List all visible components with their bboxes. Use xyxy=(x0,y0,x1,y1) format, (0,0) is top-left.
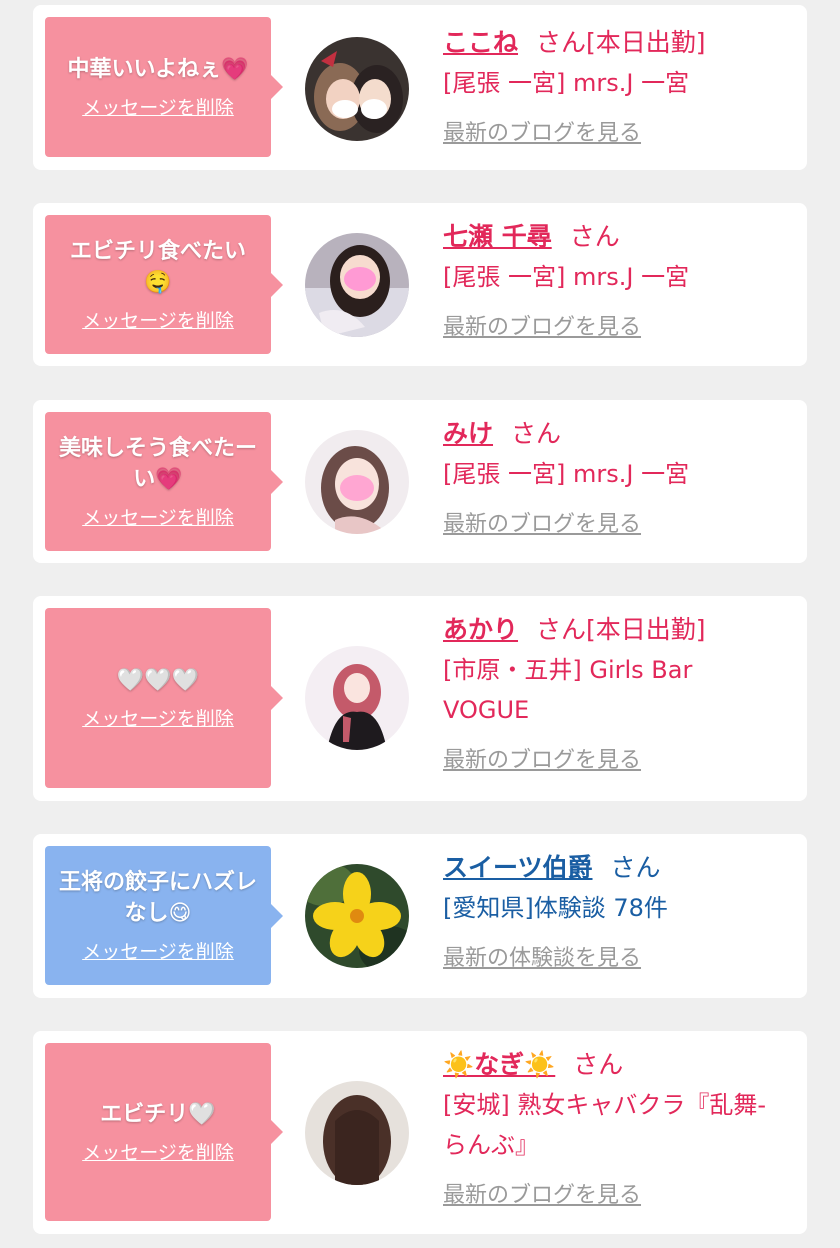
honorific: さん xyxy=(511,419,562,448)
message-card: エビチリ🤍 メッセージを削除 ☀️なぎ☀️ さん [安城] 熟女キャバクラ『乱舞-… xyxy=(33,1031,807,1234)
heart-emoji-icon: 💗 xyxy=(155,467,183,492)
profile-name-link[interactable]: みけ xyxy=(443,419,493,448)
avatar[interactable] xyxy=(305,430,409,534)
shop-detail: [安城] 熟女キャバクラ『乱舞-らんぶ』 xyxy=(443,1091,767,1159)
latest-blog-link[interactable]: 最新のブログを見る xyxy=(443,309,641,341)
review-detail: [愛知県]体験談 78件 xyxy=(443,894,668,922)
latest-blog-link[interactable]: 最新のブログを見る xyxy=(443,115,641,147)
profile-info: 七瀬 千尋 さん [尾張 一宮] mrs.J 一宮 最新のブログを見る xyxy=(443,217,787,341)
message-bubble: エビチリ🤍 メッセージを削除 xyxy=(45,1043,283,1221)
message-text: エビチリ🤍 xyxy=(100,1102,216,1127)
message-bubble: 🤍🤍🤍 メッセージを削除 xyxy=(45,608,283,788)
profile-info: みけ さん [尾張 一宮] mrs.J 一宮 最新のブログを見る xyxy=(443,414,787,538)
message-text: 美味しそう食べたーい💗 xyxy=(58,436,257,492)
shop-detail: [尾張 一宮] mrs.J 一宮 xyxy=(443,460,690,488)
avatar[interactable] xyxy=(305,233,409,337)
latest-review-link[interactable]: 最新の体験談を見る xyxy=(443,940,641,972)
profile-name-link[interactable]: ☀️なぎ☀️ xyxy=(443,1050,555,1079)
white-heart-emoji-icon: 🤍 xyxy=(188,1102,216,1127)
shop-detail: [尾張 一宮] mrs.J 一宮 xyxy=(443,69,690,97)
honorific: さん xyxy=(536,28,587,57)
white-heart-emoji-icon: 🤍🤍🤍 xyxy=(116,668,200,693)
shop-detail: [市原・五井] Girls Bar VOGUE xyxy=(443,656,693,724)
profile-name-link[interactable]: 七瀬 千尋 xyxy=(443,222,552,251)
delete-message-link[interactable]: メッセージを削除 xyxy=(82,704,234,731)
latest-blog-link[interactable]: 最新のブログを見る xyxy=(443,1177,641,1209)
delete-message-link[interactable]: メッセージを削除 xyxy=(82,93,234,120)
message-card: 🤍🤍🤍 メッセージを削除 あかり さん[本日出勤] [市原・五井] Girls B… xyxy=(33,596,807,801)
profile-name-link[interactable]: スイーツ伯爵 xyxy=(443,853,593,882)
delete-message-link[interactable]: メッセージを削除 xyxy=(82,937,234,964)
honorific: さん xyxy=(610,853,661,882)
avatar[interactable] xyxy=(305,646,409,750)
message-text: 中華いいよねぇ💗 xyxy=(67,57,249,82)
yum-emoji-icon: 😋 xyxy=(168,901,192,926)
drooling-emoji-icon: 🤤 xyxy=(144,270,172,295)
honorific: さん xyxy=(569,222,620,251)
profile-info: あかり さん[本日出勤] [市原・五井] Girls Bar VOGUE 最新のブ… xyxy=(443,610,787,774)
profile-name-link[interactable]: あかり xyxy=(443,615,518,644)
profile-name-link[interactable]: ここね xyxy=(443,28,518,57)
delete-message-link[interactable]: メッセージを削除 xyxy=(82,503,234,530)
message-text: 王将の餃子にハズレなし😋 xyxy=(58,870,257,926)
message-bubble: 王将の餃子にハズレなし😋 メッセージを削除 xyxy=(45,846,283,985)
message-text: エビチリ食べたい 🤤 xyxy=(69,239,246,295)
profile-info: ここね さん[本日出勤] [尾張 一宮] mrs.J 一宮 最新のブログを見る xyxy=(443,23,787,147)
message-card: 美味しそう食べたーい💗 メッセージを削除 みけ さん [尾張 一宮] mrs.J … xyxy=(33,400,807,563)
delete-message-link[interactable]: メッセージを削除 xyxy=(82,306,234,333)
heart-emoji-icon: 💗 xyxy=(221,57,249,82)
message-bubble: 美味しそう食べたーい💗 メッセージを削除 xyxy=(45,412,283,551)
message-bubble: エビチリ食べたい 🤤 メッセージを削除 xyxy=(45,215,283,354)
avatar[interactable] xyxy=(305,1081,409,1185)
message-card: エビチリ食べたい 🤤 メッセージを削除 七瀬 千尋 さん [尾張 一宮] mrs.J… xyxy=(33,203,807,366)
message-bubble: 中華いいよねぇ💗 メッセージを削除 xyxy=(45,17,283,157)
profile-info: ☀️なぎ☀️ さん [安城] 熟女キャバクラ『乱舞-らんぶ』 最新のブログを見る xyxy=(443,1045,787,1209)
profile-info: スイーツ伯爵 さん [愛知県]体験談 78件 最新の体験談を見る xyxy=(443,848,787,972)
latest-blog-link[interactable]: 最新のブログを見る xyxy=(443,742,641,774)
avatar[interactable] xyxy=(305,37,409,141)
honorific: さん xyxy=(573,1050,624,1079)
avatar[interactable] xyxy=(305,864,409,968)
message-text: 🤍🤍🤍 xyxy=(117,665,199,696)
honorific: さん xyxy=(536,615,587,644)
latest-blog-link[interactable]: 最新のブログを見る xyxy=(443,506,641,538)
attendance-badge: [本日出勤] xyxy=(586,615,706,644)
attendance-badge: [本日出勤] xyxy=(586,28,706,57)
delete-message-link[interactable]: メッセージを削除 xyxy=(82,1138,234,1165)
message-card: 王将の餃子にハズレなし😋 メッセージを削除 スイーツ伯爵 さん [愛知県]体験談 … xyxy=(33,834,807,998)
shop-detail: [尾張 一宮] mrs.J 一宮 xyxy=(443,263,690,291)
message-card: 中華いいよねぇ💗 メッセージを削除 ここね さん[本日出勤] [尾張 一宮] mr… xyxy=(33,5,807,170)
